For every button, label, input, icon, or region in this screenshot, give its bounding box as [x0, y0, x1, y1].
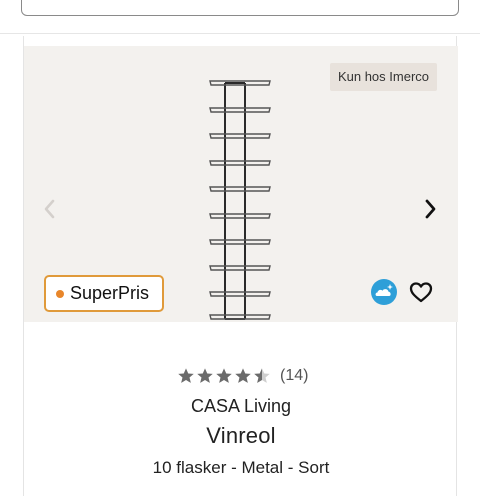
carousel-next-button[interactable] [420, 196, 442, 222]
star-icon [235, 368, 251, 383]
search-input[interactable] [21, 0, 459, 16]
rating-count: (14) [280, 367, 309, 384]
product-rating[interactable]: (14) [177, 366, 308, 386]
superpris-dot [56, 289, 64, 298]
product-specs: 10 flasker - Metal - Sort [152, 458, 330, 477]
star-icon [197, 368, 213, 383]
star-icon [178, 368, 194, 383]
product-brand[interactable]: CASA Living [24, 396, 458, 417]
wishlist-button[interactable] [408, 279, 434, 305]
top-bar [0, 0, 480, 34]
superpris-badge: SuperPris [44, 275, 164, 312]
product-image [209, 80, 271, 320]
carousel-prev-button[interactable] [38, 196, 60, 222]
product-title[interactable]: Vinreol [24, 423, 458, 449]
product-card[interactable]: Kun hos Imerco SuperPris (14) CASA Livin… [23, 36, 458, 496]
chevron-left-icon [44, 199, 55, 219]
heart-icon [409, 282, 433, 303]
product-image-carousel[interactable]: Kun hos Imerco SuperPris [24, 46, 458, 322]
eco-cloud-icon [371, 279, 397, 305]
superpris-label: SuperPris [70, 283, 150, 303]
half-star-icon [254, 368, 270, 383]
star-icon [216, 368, 232, 383]
chevron-right-icon [425, 199, 436, 219]
exclusive-badge: Kun hos Imerco [329, 63, 437, 91]
